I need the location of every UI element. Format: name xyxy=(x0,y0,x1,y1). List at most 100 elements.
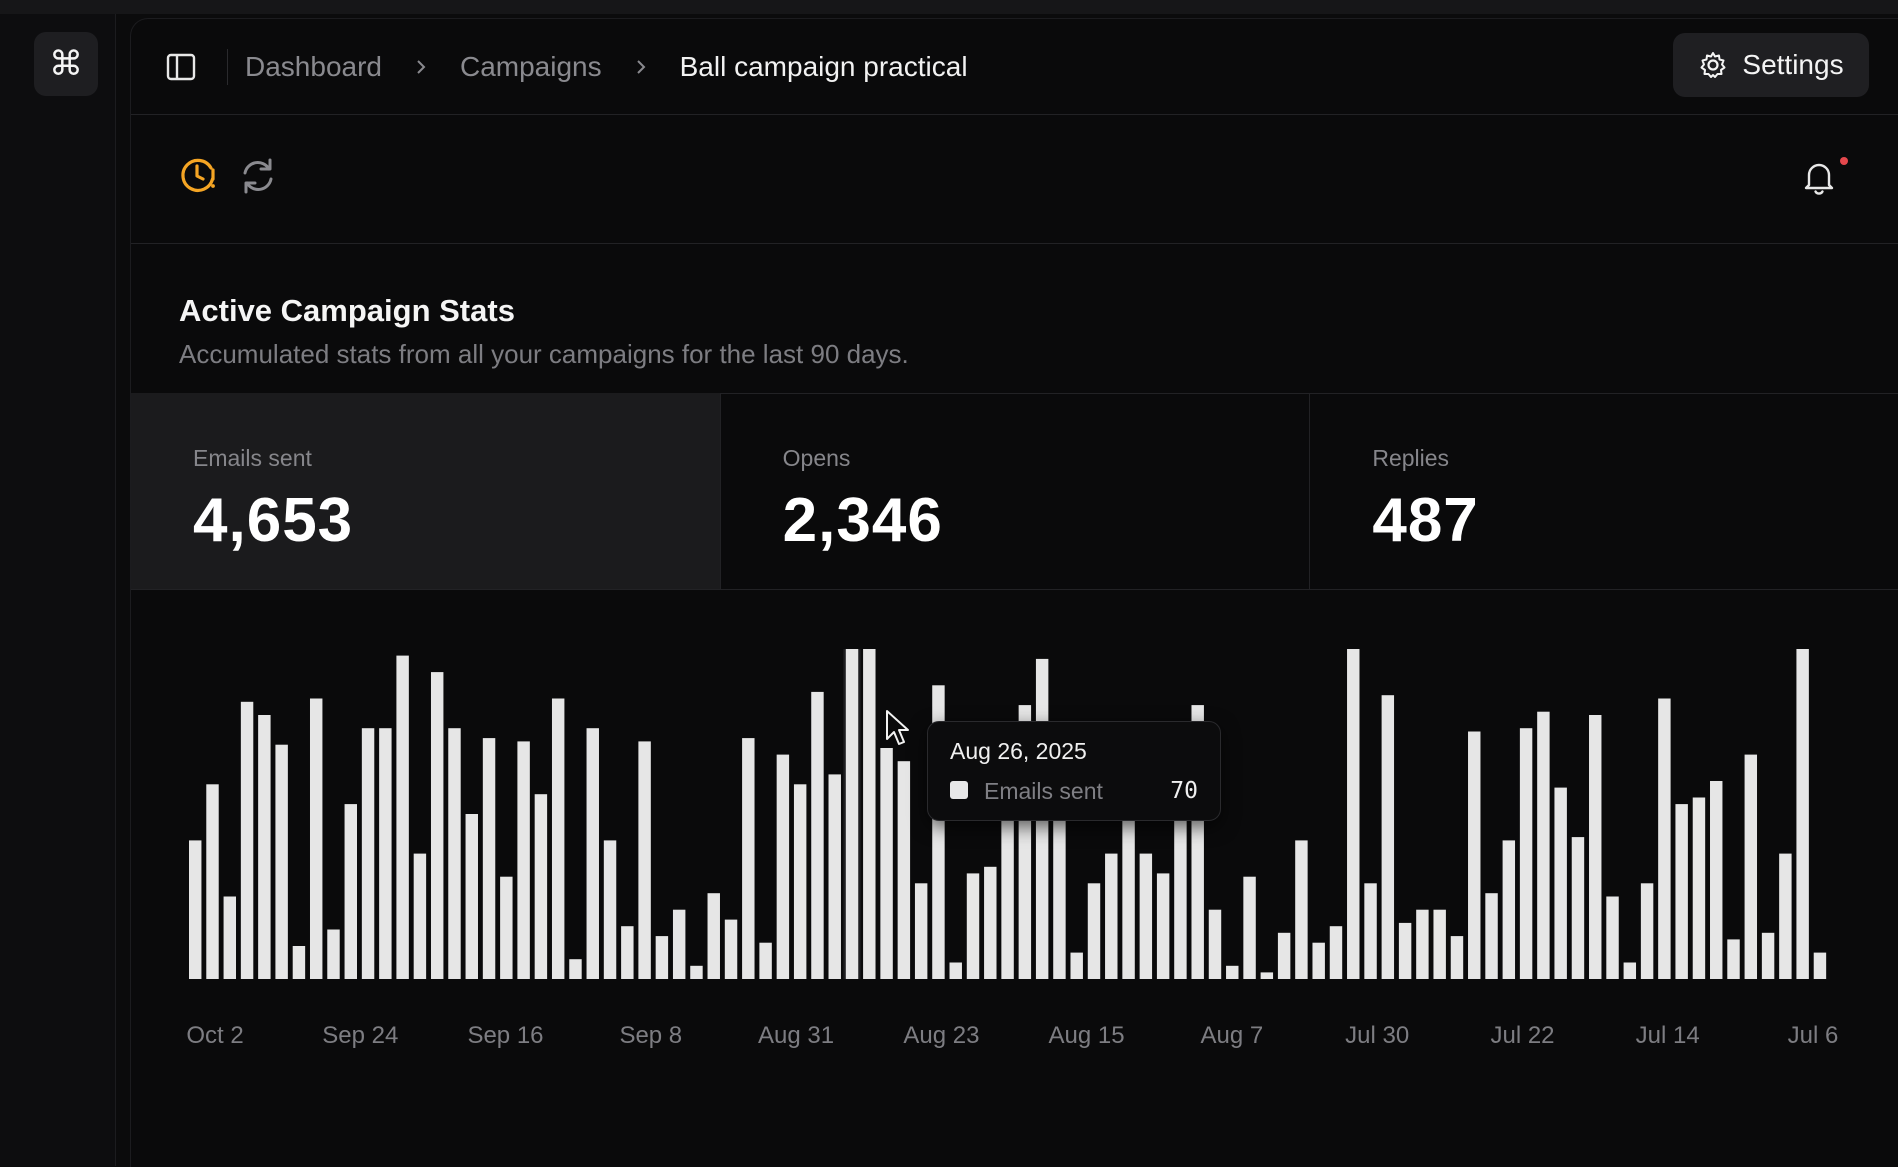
chart-bar[interactable] xyxy=(1433,909,1446,979)
chart-bar[interactable] xyxy=(1122,810,1135,979)
chart-bar[interactable] xyxy=(984,866,997,979)
chart-bar[interactable] xyxy=(448,728,461,979)
chart-bar[interactable] xyxy=(672,909,686,979)
bell-icon[interactable] xyxy=(1799,157,1839,197)
chart-bar[interactable] xyxy=(1416,909,1429,979)
chart-bar[interactable] xyxy=(413,853,427,979)
chart-bar[interactable] xyxy=(534,794,548,979)
chart-bar[interactable] xyxy=(1087,883,1101,979)
chart-bar[interactable] xyxy=(1295,840,1308,979)
chart-bar[interactable] xyxy=(621,926,634,979)
chart-bar[interactable] xyxy=(638,741,651,979)
chart-bar[interactable] xyxy=(1485,893,1498,979)
chart-bar[interactable] xyxy=(880,748,893,979)
chart-bar[interactable] xyxy=(430,672,444,979)
chart-bar[interactable] xyxy=(1347,649,1360,979)
chart-bar[interactable] xyxy=(258,715,271,979)
chart-bar[interactable] xyxy=(603,840,617,979)
chart-bar[interactable] xyxy=(1640,883,1654,979)
chart-bar[interactable] xyxy=(275,744,288,979)
chart-bar[interactable] xyxy=(897,761,911,979)
chart-bar[interactable] xyxy=(1329,926,1343,979)
chart-bar[interactable] xyxy=(1312,942,1325,979)
chart-bar[interactable] xyxy=(1571,837,1585,979)
emails-sent-bar-chart[interactable]: Oct 2 Sep 24 Sep 16 Sep 8 Aug 31 Aug 23 Aug 15… xyxy=(131,589,1898,1167)
chart-bar[interactable] xyxy=(914,883,928,979)
chart-bar[interactable] xyxy=(1139,853,1153,979)
chart-bar[interactable] xyxy=(828,774,841,979)
chart-bar[interactable] xyxy=(1519,728,1533,979)
chart-bar[interactable] xyxy=(1761,932,1775,979)
chart-bar[interactable] xyxy=(240,701,254,979)
chart-bar[interactable] xyxy=(1502,840,1516,979)
chart-bar[interactable] xyxy=(1727,939,1740,979)
chart-bar[interactable] xyxy=(1450,936,1464,979)
chart-bar[interactable] xyxy=(223,896,237,980)
chart-bar[interactable] xyxy=(759,942,772,979)
sidebar-toggle-icon[interactable] xyxy=(165,51,197,83)
chart-bar[interactable] xyxy=(1744,754,1758,979)
chart-bar[interactable] xyxy=(500,876,513,979)
chart-bar[interactable] xyxy=(344,804,357,979)
chart-bar[interactable] xyxy=(1208,909,1222,979)
chart-bar[interactable] xyxy=(1260,972,1274,979)
chart-bar[interactable] xyxy=(189,840,202,979)
chart-bar[interactable] xyxy=(206,784,219,979)
chart-bar[interactable] xyxy=(793,784,807,979)
settings-button[interactable]: Settings xyxy=(1673,33,1869,97)
chart-bar[interactable] xyxy=(776,754,790,979)
stat-card-opens[interactable]: Opens 2,346 xyxy=(721,393,1311,589)
chart-bar[interactable] xyxy=(1364,883,1377,979)
chart-bar[interactable] xyxy=(724,919,738,979)
chart-bar[interactable] xyxy=(1226,965,1239,979)
chart-bar[interactable] xyxy=(1710,781,1723,979)
chart-bar[interactable] xyxy=(1537,711,1550,979)
chart-bar[interactable] xyxy=(1243,876,1256,979)
app-logo-button[interactable]: ⌘ xyxy=(34,32,98,96)
refresh-icon[interactable] xyxy=(237,155,279,197)
chart-bar[interactable] xyxy=(1105,853,1118,979)
chart-bar[interactable] xyxy=(1692,797,1706,980)
chart-bar[interactable] xyxy=(1398,922,1412,979)
chart-bar[interactable] xyxy=(1606,896,1619,980)
chart-bar[interactable] xyxy=(949,962,962,980)
chart-bar[interactable] xyxy=(586,728,599,979)
chart-bar[interactable] xyxy=(1623,962,1637,980)
chart-bar[interactable] xyxy=(292,946,306,979)
chart-bar[interactable] xyxy=(690,965,703,979)
chart-bar[interactable] xyxy=(1589,715,1602,979)
chart-bar[interactable] xyxy=(707,893,720,979)
chart-bar[interactable] xyxy=(551,698,565,980)
chart-bar[interactable] xyxy=(482,738,496,979)
chart-bar[interactable] xyxy=(309,698,323,980)
stat-card-replies[interactable]: Replies 487 xyxy=(1310,393,1898,589)
chart-bar[interactable] xyxy=(379,728,392,979)
chart-bar[interactable] xyxy=(1796,649,1809,979)
chart-bar[interactable] xyxy=(742,738,755,979)
breadcrumb-dashboard[interactable]: Dashboard xyxy=(245,51,382,83)
chart-bar[interactable] xyxy=(845,649,859,979)
chart-bar[interactable] xyxy=(327,929,340,980)
chart-bar[interactable] xyxy=(811,691,824,979)
chart-bar[interactable] xyxy=(1779,853,1792,979)
chart-bar[interactable] xyxy=(517,741,530,979)
chart-bar[interactable] xyxy=(569,959,582,979)
chart-bar[interactable] xyxy=(396,655,409,979)
chart-bar[interactable] xyxy=(1658,698,1671,980)
chart-bar[interactable] xyxy=(966,873,980,979)
chart-bar[interactable] xyxy=(1813,952,1827,979)
chart-bar[interactable] xyxy=(1070,952,1083,979)
clock-alert-icon[interactable] xyxy=(177,155,219,197)
chart-bar[interactable] xyxy=(1468,731,1481,980)
chart-bar[interactable] xyxy=(1675,804,1688,979)
breadcrumb-campaigns[interactable]: Campaigns xyxy=(460,51,602,83)
chart-bar[interactable] xyxy=(361,728,375,979)
chart-bar[interactable] xyxy=(1381,695,1395,979)
chart-bar[interactable] xyxy=(863,649,876,979)
chart-bar[interactable] xyxy=(1277,932,1291,979)
chart-bar[interactable] xyxy=(1554,787,1567,979)
chart-bar[interactable] xyxy=(1156,873,1170,979)
stat-card-emails-sent[interactable]: Emails sent 4,653 xyxy=(131,393,721,589)
chart-bar[interactable] xyxy=(655,936,669,979)
chart-bar[interactable] xyxy=(465,814,478,979)
